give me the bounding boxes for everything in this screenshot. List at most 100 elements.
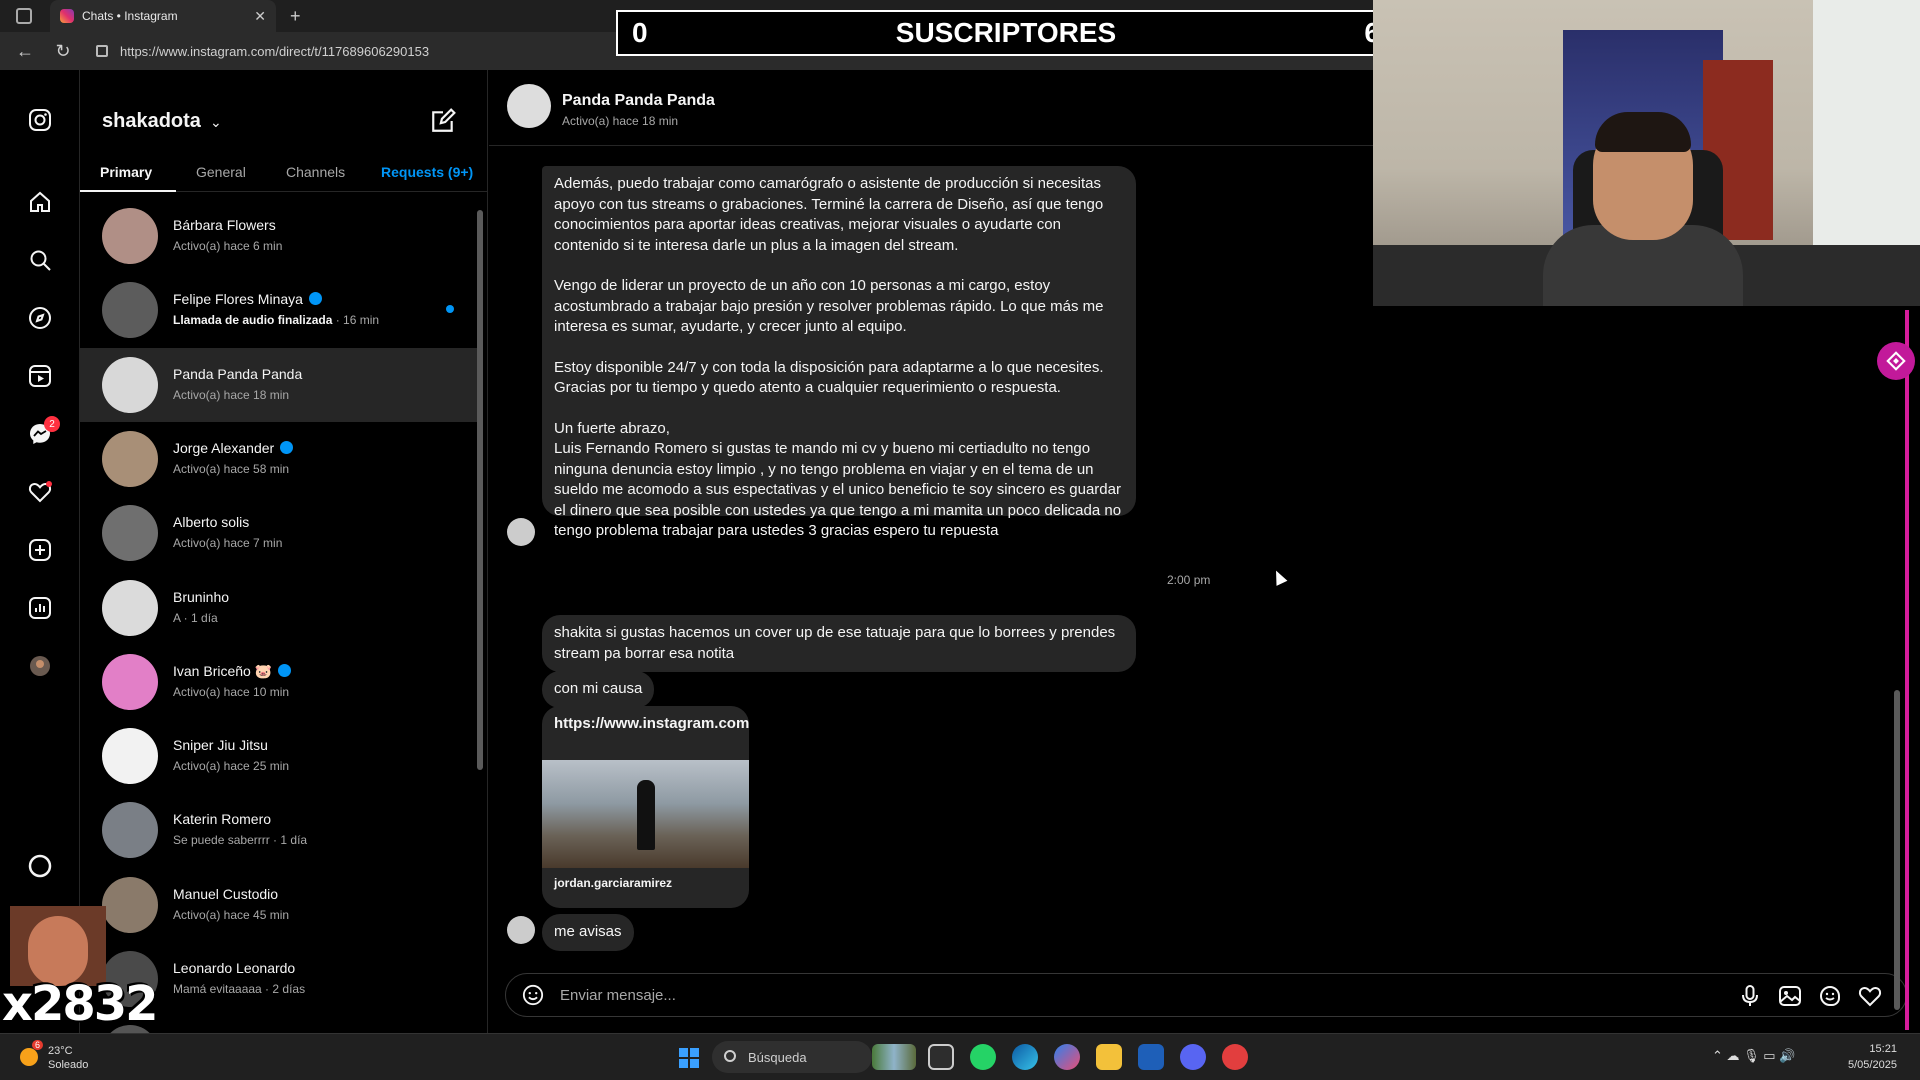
tab-requests[interactable]: Requests (9+) bbox=[381, 164, 473, 180]
chat-item[interactable]: Felipe Flores Minaya Llamada de audio fin… bbox=[80, 273, 480, 347]
copilot-icon[interactable] bbox=[1054, 1044, 1080, 1070]
chat-preview: Activo(a) hace 58 min bbox=[173, 461, 290, 476]
verified-badge-icon bbox=[308, 292, 322, 306]
message-input[interactable]: Enviar mensaje... bbox=[560, 987, 676, 1004]
chat-item[interactable]: Alberto solis Activo(a) hace 7 min bbox=[80, 496, 480, 570]
emoji-icon[interactable] bbox=[522, 984, 544, 1006]
chat-item[interactable]: Bárbara Flowers Activo(a) hace 6 min bbox=[80, 199, 480, 273]
browser-tab[interactable]: Chats • Instagram ✕ bbox=[50, 0, 276, 32]
contact-avatar[interactable] bbox=[507, 84, 551, 128]
home-icon[interactable] bbox=[28, 190, 52, 214]
subscribers-label: SUSCRIPTORES bbox=[895, 17, 1117, 48]
taskbar-search-label: Búsqueda bbox=[748, 1049, 807, 1065]
chat-item[interactable]: Ivan Briceño 🐷 Activo(a) hace 10 min bbox=[80, 645, 480, 719]
chat-name: Manuel Custodio bbox=[173, 885, 279, 902]
message-composer[interactable]: Enviar mensaje... bbox=[505, 973, 1907, 1017]
explore-icon[interactable] bbox=[28, 306, 52, 330]
inbox-panel: shakadota ⌄ Primary General Channels Req… bbox=[80, 70, 488, 1033]
like-heart-icon[interactable] bbox=[1858, 984, 1882, 1008]
site-info-icon[interactable] bbox=[96, 45, 108, 57]
file-explorer-icon[interactable] bbox=[1096, 1044, 1122, 1070]
chat-name: Bruninho bbox=[173, 588, 230, 605]
chat-name: Alberto solis bbox=[173, 514, 250, 531]
chrome-icon[interactable] bbox=[1222, 1044, 1248, 1070]
news-widget-icon[interactable] bbox=[872, 1044, 916, 1070]
chat-item[interactable]: Manuel Custodio Activo(a) hace 45 min bbox=[80, 868, 480, 942]
message-bubble-long[interactable]: Además, puedo trabajar como camarógrafo … bbox=[542, 166, 1136, 539]
chat-avatar bbox=[102, 728, 158, 785]
chat-item[interactable]: Katerin Romero Se puede saberrrr · 1 día bbox=[80, 793, 480, 867]
edge-icon[interactable] bbox=[1012, 1044, 1038, 1070]
profile-avatar-icon[interactable] bbox=[28, 654, 52, 678]
dashboard-icon[interactable] bbox=[28, 596, 52, 620]
message-paragraph: Estoy disponible 24/7 y con toda la disp… bbox=[554, 358, 1104, 397]
chat-item[interactable]: Sniper Jiu Jitsu Activo(a) hace 25 min bbox=[80, 719, 480, 793]
account-switcher[interactable]: shakadota bbox=[102, 110, 201, 133]
contact-name[interactable]: Panda Panda Panda bbox=[562, 92, 715, 110]
weather-widget[interactable]: 23°C Soleado bbox=[20, 1044, 89, 1072]
chat-name: Ivan Briceño 🐷 bbox=[173, 662, 273, 679]
chat-item[interactable]: Bruninho A · 1 día bbox=[80, 571, 480, 645]
sticker-icon[interactable] bbox=[1818, 984, 1842, 1008]
windows-start-icon[interactable] bbox=[679, 1048, 699, 1068]
chevron-down-icon[interactable]: ⌄ bbox=[210, 114, 222, 131]
url-text: https://www.instagram.com/direct/t/11768… bbox=[120, 43, 430, 59]
address-bar[interactable]: https://www.instagram.com/direct/t/11768… bbox=[96, 37, 616, 65]
sender-avatar[interactable] bbox=[507, 518, 535, 546]
tab-primary[interactable]: Primary bbox=[100, 164, 152, 180]
windows-taskbar: 23°C Soleado 6 Búsqueda ⌃ ☁ 🎙 ▭ 🔊 15:21 … bbox=[0, 1033, 1920, 1080]
chat-item[interactable]: Jorge Alexander Activo(a) hace 58 min bbox=[80, 422, 480, 496]
reload-icon[interactable]: ↻ bbox=[50, 38, 76, 64]
create-icon[interactable] bbox=[28, 538, 52, 562]
chat-avatar bbox=[102, 356, 158, 413]
message-bubble[interactable]: con mi causa bbox=[542, 671, 655, 708]
instagram-favicon-icon bbox=[60, 9, 74, 23]
chat-avatar bbox=[102, 579, 158, 636]
taskbar-search[interactable]: Búsqueda bbox=[712, 1041, 872, 1073]
chat-preview: Se puede saberrrr · 1 día bbox=[173, 833, 308, 848]
chat-item[interactable]: Panda Panda Panda Activo(a) hace 18 min bbox=[80, 347, 480, 422]
discord-icon[interactable] bbox=[1180, 1044, 1206, 1070]
new-tab-icon[interactable]: + bbox=[290, 6, 301, 27]
image-icon[interactable] bbox=[1778, 984, 1802, 1008]
conversation-scrollbar[interactable] bbox=[1893, 310, 1901, 1030]
instagram-logo-icon[interactable] bbox=[28, 108, 52, 132]
reels-icon[interactable] bbox=[28, 364, 52, 388]
whatsapp-icon[interactable] bbox=[970, 1044, 996, 1070]
close-tab-icon[interactable]: ✕ bbox=[254, 8, 266, 25]
clock-date: 5/05/2025 bbox=[1848, 1059, 1897, 1071]
link-preview-card[interactable]: https://www.instagram.com/jordan.garciar… bbox=[542, 706, 749, 908]
chat-avatar bbox=[102, 876, 158, 933]
heart-icon[interactable] bbox=[28, 480, 52, 504]
weather-condition: Soleado bbox=[48, 1059, 89, 1071]
chat-avatar bbox=[102, 653, 158, 710]
link-preview-image bbox=[542, 760, 749, 868]
store-icon[interactable] bbox=[1138, 1044, 1164, 1070]
subscribers-left-count: 0 bbox=[632, 17, 648, 48]
message-bubble[interactable]: shakita si gustas hacemos un cover up de… bbox=[542, 615, 1136, 672]
taskbar-clock[interactable]: 15:21 5/05/2025 bbox=[1848, 1041, 1897, 1073]
system-tray-icons[interactable]: ⌃ ☁ 🎙 ▭ 🔊 bbox=[1712, 1048, 1795, 1064]
task-view-icon[interactable] bbox=[928, 1044, 954, 1070]
back-icon[interactable]: ← bbox=[12, 38, 38, 64]
tab-channels[interactable]: Channels bbox=[286, 164, 345, 180]
chat-preview: Activo(a) hace 6 min bbox=[173, 239, 283, 253]
chat-name: Sniper Jiu Jitsu bbox=[173, 737, 268, 754]
extension-diamond-icon[interactable] bbox=[1877, 342, 1915, 380]
link-url[interactable]: https://www.instagram.com/jordan.garciar… bbox=[554, 714, 749, 735]
compose-icon[interactable] bbox=[430, 108, 456, 134]
sender-avatar[interactable] bbox=[507, 916, 535, 944]
contact-status: Activo(a) hace 18 min bbox=[562, 114, 679, 128]
search-icon bbox=[724, 1050, 736, 1062]
tab-general[interactable]: General bbox=[196, 164, 246, 180]
messages-badge: 2 bbox=[44, 416, 60, 432]
chat-preview: A · 1 día bbox=[173, 610, 218, 625]
inbox-scrollbar[interactable] bbox=[476, 200, 484, 1030]
search-icon[interactable] bbox=[28, 248, 52, 272]
tab-title: Chats • Instagram bbox=[82, 9, 178, 23]
threads-icon[interactable] bbox=[28, 854, 52, 878]
tab-actions-icon[interactable] bbox=[16, 8, 32, 24]
message-bubble[interactable]: me avisas bbox=[542, 914, 634, 951]
chat-preview: Activo(a) hace 25 min bbox=[173, 759, 290, 774]
microphone-icon[interactable] bbox=[1738, 984, 1762, 1008]
